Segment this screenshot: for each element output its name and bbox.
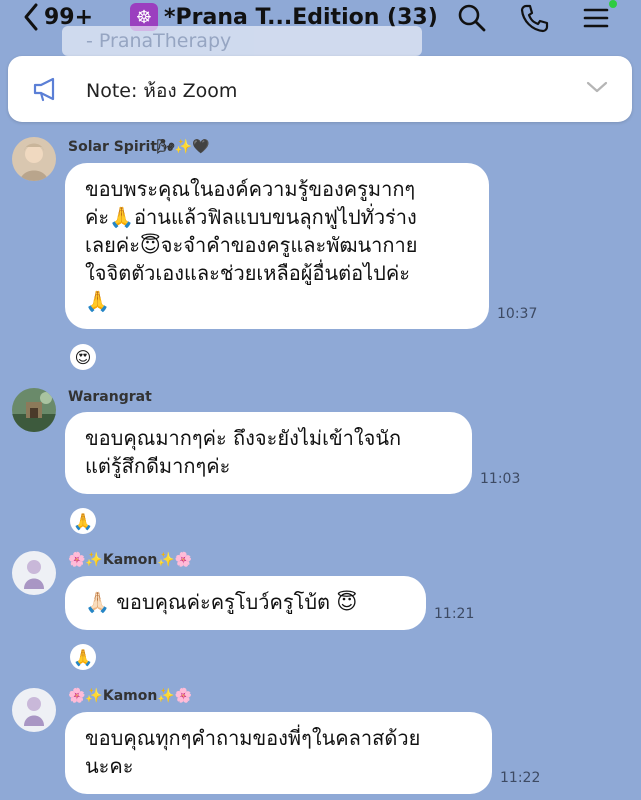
previous-message-text: - PranaTherapy [86, 30, 232, 52]
chevron-down-icon[interactable] [586, 80, 608, 94]
message-line: แต่รู้สึกดีมากๆค่ะ [85, 454, 231, 478]
sender-name: 🌸✨Kamon✨🌸 [68, 688, 193, 704]
message-line: 🙏 [85, 289, 110, 313]
avatar[interactable] [12, 388, 56, 432]
previous-message-fragment: - PranaTherapy [62, 26, 422, 56]
message-time: 11:21 [434, 606, 475, 622]
message-time: 11:22 [500, 770, 541, 786]
reaction-badge[interactable]: 🙏 [70, 644, 96, 670]
message-bubble[interactable]: ขอบคุณมากๆค่ะ ถึงจะยังไม่เข้าใจนัก แต่รู… [65, 412, 472, 494]
reaction-badge[interactable]: 🙏 [70, 508, 96, 534]
message-bubble[interactable]: 🙏🏻 ขอบคุณค่ะครูโบว์ครูโบ้ต 😇 [65, 576, 426, 630]
phone-icon[interactable] [518, 2, 550, 34]
message-line: ขอบคุณทุกๆคำถามของพี่ๆในคลาสด้วย [85, 726, 421, 750]
avatar[interactable] [12, 551, 56, 595]
message-line: ขอบคุณมากๆค่ะ ถึงจะยังไม่เข้าใจนัก [85, 426, 402, 450]
avatar-image [12, 388, 56, 432]
message-time: 11:03 [480, 471, 521, 487]
message-line: 🙏🏻 ขอบคุณค่ะครูโบว์ครูโบ้ต 😇 [85, 590, 358, 614]
message-line: ขอบพระคุณในองค์ความรู้ของครูมากๆ [85, 177, 416, 201]
message-line: ค่ะ🙏อ่านแล้วฟิลแบบขนลุกฟูไปทั่วร่าง [85, 205, 417, 229]
message-time: 10:37 [497, 306, 538, 322]
message-line: นะคะ [85, 754, 134, 778]
avatar-image [12, 137, 56, 181]
message-bubble[interactable]: ขอบพระคุณในองค์ความรู้ของครูมากๆ ค่ะ🙏อ่า… [65, 163, 489, 329]
chevron-left-icon [24, 3, 38, 31]
avatar-image [12, 688, 56, 732]
menu-icon[interactable] [580, 2, 612, 34]
sender-name: Warangrat [68, 389, 152, 405]
message-bubble[interactable]: ขอบคุณทุกๆคำถามของพี่ๆในคลาสด้วย นะคะ [65, 712, 492, 794]
message-line: ใจจิตตัวเองและช่วยเหลือผู้อื่นต่อไปค่ะ [85, 261, 410, 285]
sender-name: Solar Spirit🌬✨🖤 [68, 139, 210, 155]
avatar[interactable] [12, 137, 56, 181]
note-banner[interactable]: Note: ห้อง Zoom [8, 56, 632, 122]
avatar-image [12, 551, 56, 595]
online-indicator [609, 0, 617, 8]
reaction-badge[interactable]: 😍 [70, 344, 96, 370]
sender-name: 🌸✨Kamon✨🌸 [68, 552, 193, 568]
search-icon[interactable] [456, 2, 488, 34]
avatar[interactable] [12, 688, 56, 732]
message-line: เลยค่ะ😇จะจำคำของครูและพัฒนากาย [85, 233, 418, 257]
megaphone-icon [33, 77, 55, 102]
note-text: Note: ห้อง Zoom [86, 80, 238, 102]
